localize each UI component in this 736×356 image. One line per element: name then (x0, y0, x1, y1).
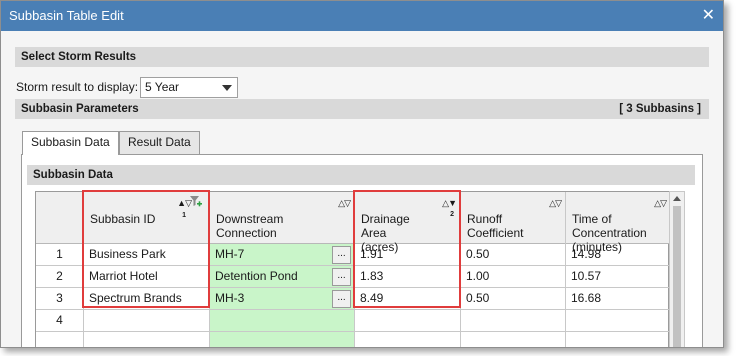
scroll-thumb[interactable] (673, 206, 681, 347)
table-cell[interactable]: 1.83 (355, 266, 460, 288)
header-label: Subbasin ID (90, 212, 156, 226)
browse-button[interactable]: ... (332, 246, 351, 264)
sort-icon[interactable]: △▽ (549, 196, 562, 210)
dialog-window: Subbasin Table Edit ✕ Select Storm Resul… (0, 0, 724, 348)
header-downstream[interactable]: Downstream Connection △▽ (210, 192, 354, 244)
table-cell[interactable] (84, 310, 209, 332)
storm-section-header: Select Storm Results (15, 47, 709, 67)
chevron-down-icon (222, 85, 232, 91)
table-cell[interactable] (210, 310, 354, 332)
row-number: 2 (36, 266, 83, 288)
table-cell[interactable] (566, 310, 670, 332)
header-label: Downstream Connection (216, 212, 284, 240)
storm-result-select[interactable]: 5 Year (140, 77, 238, 98)
storm-selected-value: 5 Year (145, 80, 180, 94)
table-cell[interactable] (355, 310, 460, 332)
row-number: 3 (36, 288, 83, 310)
table-cell[interactable]: 16.68 (566, 288, 670, 310)
header-label: Runoff Coefficient (467, 212, 524, 240)
table-cell[interactable]: 1.91 (355, 244, 460, 266)
table-cell[interactable]: 1.00 (461, 266, 565, 288)
scroll-up-icon[interactable] (673, 196, 681, 201)
sort-order-badge: 2 (450, 211, 454, 218)
sort-order-badge: 1 (182, 212, 186, 219)
params-title: Subbasin Parameters (21, 103, 139, 115)
subbasin-id-column: Subbasin ID ▲▽ 1 Business Park Marriot H… (84, 192, 210, 347)
header-time[interactable]: Time of Concentration (minutes) △▽ (566, 192, 670, 254)
rownum-column: 1 2 3 4 (36, 192, 84, 347)
table-cell[interactable]: Marriot Hotel (84, 266, 209, 288)
subbasin-count: [ 3 Subbasins ] (619, 103, 701, 115)
sort-icon[interactable]: △▽ (654, 196, 667, 210)
table-cell[interactable]: 8.49 (355, 288, 460, 310)
rownum-header (36, 192, 83, 244)
runoff-column: Runoff Coefficient △▽ 0.50 1.00 0.50 (461, 192, 566, 347)
header-drainage-area[interactable]: Drainage Area (acres) △▼ 2 (355, 192, 460, 254)
sort-icon[interactable]: △▽ (338, 196, 351, 210)
row-number: 1 (36, 244, 83, 266)
table-cell[interactable] (461, 310, 565, 332)
browse-button[interactable]: ... (332, 290, 351, 308)
close-icon[interactable]: ✕ (702, 5, 715, 25)
subbasin-params-header: Subbasin Parameters [ 3 Subbasins ] (15, 99, 709, 119)
table-cell[interactable]: 14.98 (566, 244, 670, 266)
table-cell[interactable]: Business Park (84, 244, 209, 266)
vertical-scrollbar[interactable] (669, 191, 685, 347)
filter-add-icon[interactable] (190, 196, 202, 208)
tab-subbasin-data[interactable]: Subbasin Data (22, 131, 119, 155)
browse-button[interactable]: ... (332, 268, 351, 286)
downstream-column: Downstream Connection △▽ MH-7 ... Detent… (210, 192, 355, 347)
tab-result-data[interactable]: Result Data (119, 131, 200, 154)
header-runoff[interactable]: Runoff Coefficient △▽ (461, 192, 565, 244)
panel-header: Subbasin Data (27, 165, 695, 185)
table-cell[interactable]: 10.57 (566, 266, 670, 288)
row-number: 4 (36, 310, 83, 332)
title-bar: Subbasin Table Edit ✕ (1, 1, 723, 31)
storm-label: Storm result to display: (16, 80, 139, 94)
table-cell[interactable]: Spectrum Brands (84, 288, 209, 310)
drainage-area-column: Drainage Area (acres) △▼ 2 1.91 1.83 8.4… (355, 192, 461, 347)
window-title: Subbasin Table Edit (9, 8, 124, 23)
time-column: Time of Concentration (minutes) △▽ 14.98… (566, 192, 670, 347)
table-cell[interactable]: 0.50 (461, 288, 565, 310)
table-cell[interactable]: 0.50 (461, 244, 565, 266)
sort-icon[interactable]: ▲▽ (177, 196, 192, 210)
subbasin-grid: 1 2 3 4 Subbasin ID ▲▽ 1 Business Park M… (35, 191, 670, 347)
